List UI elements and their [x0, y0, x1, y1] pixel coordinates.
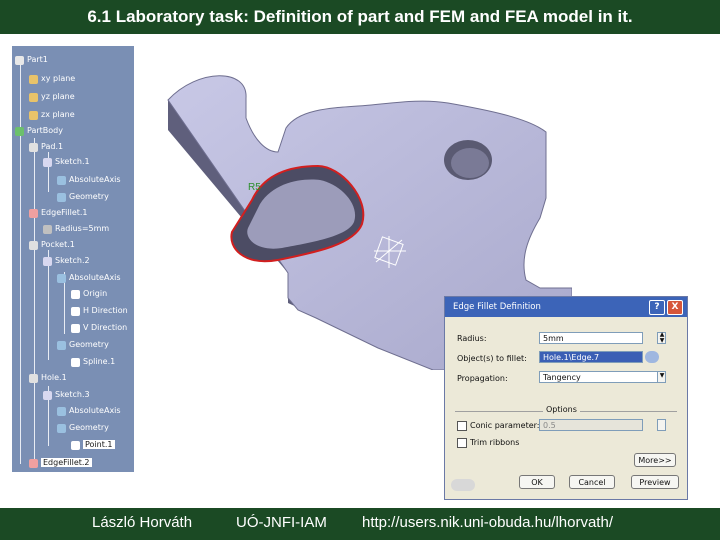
plane-icon: [29, 92, 38, 102]
part-icon: [15, 55, 24, 65]
parameter-icon: [43, 224, 52, 234]
tree-connector: [20, 60, 21, 464]
tree-node-sketch3[interactable]: Sketch.3: [43, 389, 90, 401]
point-icon: [71, 440, 80, 450]
pad-icon: [29, 142, 38, 152]
plane-icon: [29, 110, 38, 120]
tree-connector: [34, 138, 35, 460]
footer-url[interactable]: http://users.nik.uni-obuda.hu/lhorvath/: [362, 514, 613, 531]
axis-icon: [57, 273, 66, 283]
tree-node-hole1[interactable]: Hole.1: [29, 372, 67, 384]
spline-icon: [71, 357, 80, 367]
axis-icon: [57, 406, 66, 416]
edge-fillet-dialog: Edge Fillet Definition ? X Radius: 5mm ▲…: [444, 296, 688, 500]
tree-node-point1[interactable]: Point.1: [71, 439, 115, 451]
body-icon: [15, 126, 24, 136]
tree-node-h-direction[interactable]: H Direction: [71, 305, 128, 317]
objects-label: Object(s) to fillet:: [457, 354, 527, 363]
geometry-icon: [57, 340, 66, 350]
tree-node-geometry[interactable]: Geometry: [57, 422, 109, 434]
preview-button[interactable]: Preview: [631, 475, 679, 489]
institute-code: UÓ-JNFI-IAM: [236, 514, 327, 531]
sketch-icon: [43, 256, 52, 266]
specification-tree[interactable]: Part1 xy plane yz plane zx plane PartBod…: [12, 46, 134, 472]
tree-node-absoluteaxis[interactable]: AbsoluteAxis: [57, 405, 121, 417]
tree-node-absoluteaxis[interactable]: AbsoluteAxis: [57, 272, 121, 284]
trim-ribbons-label: Trim ribbons: [470, 438, 520, 447]
propagation-label: Propagation:: [457, 374, 508, 383]
pocket-icon: [29, 240, 38, 250]
tree-node-part1[interactable]: Part1: [15, 54, 48, 66]
tree-node-sketch1[interactable]: Sketch.1: [43, 156, 90, 168]
spinner-arrows-icon: ▲ ▼: [659, 331, 665, 344]
plane-icon: [29, 74, 38, 84]
help-button[interactable]: ?: [649, 300, 665, 315]
dialog-title: Edge Fillet Definition: [453, 302, 541, 312]
tree-node-partbody[interactable]: PartBody: [15, 125, 63, 137]
conic-parameter-checkbox[interactable]: [457, 421, 467, 431]
sketch-icon: [43, 390, 52, 400]
radius-input[interactable]: 5mm: [539, 332, 643, 344]
conic-parameter-label: Conic parameter:: [470, 421, 540, 430]
fillet-radius-label: R5: [248, 182, 261, 193]
propagation-select[interactable]: Tangency: [539, 371, 659, 383]
geometry-icon: [57, 423, 66, 433]
line-icon: [71, 306, 80, 316]
cancel-button[interactable]: Cancel: [569, 475, 615, 489]
tree-node-yz-plane[interactable]: yz plane: [29, 91, 75, 103]
tree-node-pocket1[interactable]: Pocket.1: [29, 239, 75, 251]
conic-spinner[interactable]: [657, 419, 666, 431]
sketch-icon: [43, 157, 52, 167]
objects-to-fillet-field[interactable]: Hole.1\Edge.7: [539, 351, 643, 363]
author-name: László Horváth: [92, 514, 193, 531]
tree-node-edgefillet2[interactable]: EdgeFillet.2: [29, 457, 92, 469]
more-button[interactable]: More>>: [634, 453, 676, 467]
slide-title: 6.1 Laboratory task: Definition of part …: [0, 0, 720, 34]
fillet-icon: [29, 458, 38, 468]
tree-node-radius[interactable]: Radius=5mm: [43, 223, 109, 235]
tree-node-sketch2[interactable]: Sketch.2: [43, 255, 90, 267]
dialog-titlebar[interactable]: Edge Fillet Definition ? X: [445, 297, 687, 317]
chevron-down-icon: ▼: [659, 372, 665, 379]
tree-node-geometry[interactable]: Geometry: [57, 191, 109, 203]
radius-label: Radius:: [457, 334, 487, 343]
tree-node-v-direction[interactable]: V Direction: [71, 322, 127, 334]
tree-node-zx-plane[interactable]: zx plane: [29, 109, 75, 121]
selection-icon[interactable]: [645, 351, 659, 363]
fillet-icon: [29, 208, 38, 218]
close-button[interactable]: X: [667, 300, 683, 315]
line-icon: [71, 323, 80, 333]
tree-node-xy-plane[interactable]: xy plane: [29, 73, 75, 85]
tree-node-origin[interactable]: Origin: [71, 288, 107, 300]
axis-icon: [57, 175, 66, 185]
catia-logo-icon: [451, 479, 475, 491]
conic-parameter-input[interactable]: 0.5: [539, 419, 643, 431]
tree-node-pad1[interactable]: Pad.1: [29, 141, 63, 153]
tree-node-geometry[interactable]: Geometry: [57, 339, 109, 351]
slide-footer: László Horváth UÓ-JNFI-IAM http://users.…: [0, 508, 720, 540]
tree-node-edgefillet1[interactable]: EdgeFillet.1: [29, 207, 88, 219]
point-icon: [71, 289, 80, 299]
hole-icon: [29, 373, 38, 383]
trim-ribbons-checkbox[interactable]: [457, 438, 467, 448]
tree-node-absoluteaxis[interactable]: AbsoluteAxis: [57, 174, 121, 186]
tree-node-spline1[interactable]: Spline.1: [71, 356, 115, 368]
ok-button[interactable]: OK: [519, 475, 555, 489]
options-label: Options: [543, 405, 580, 414]
geometry-icon: [57, 192, 66, 202]
